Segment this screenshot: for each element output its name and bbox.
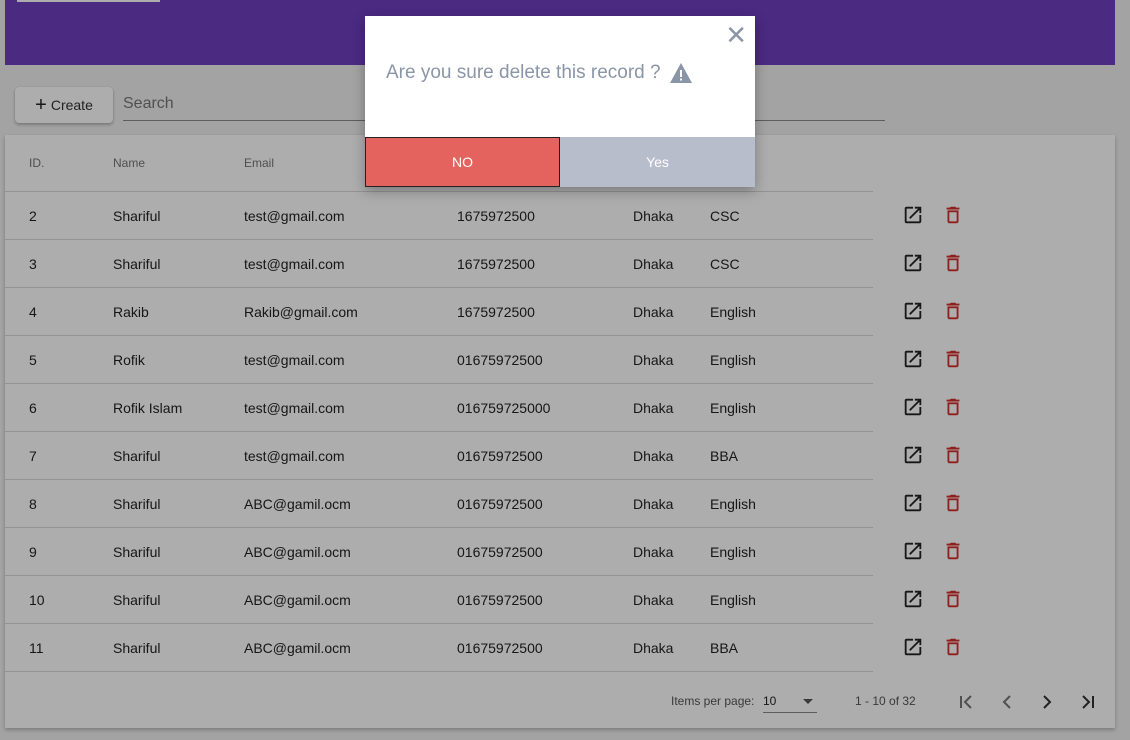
dialog-message-row: Are you sure delete this record ? [386,62,693,84]
dialog-message: Are you sure delete this record ? [386,62,661,83]
warning-icon [669,63,692,83]
yes-button[interactable]: Yes [560,137,755,187]
close-icon[interactable]: ✕ [725,22,747,48]
confirm-delete-dialog: ✕ Are you sure delete this record ? NO Y… [365,16,755,187]
no-button[interactable]: NO [365,137,560,187]
